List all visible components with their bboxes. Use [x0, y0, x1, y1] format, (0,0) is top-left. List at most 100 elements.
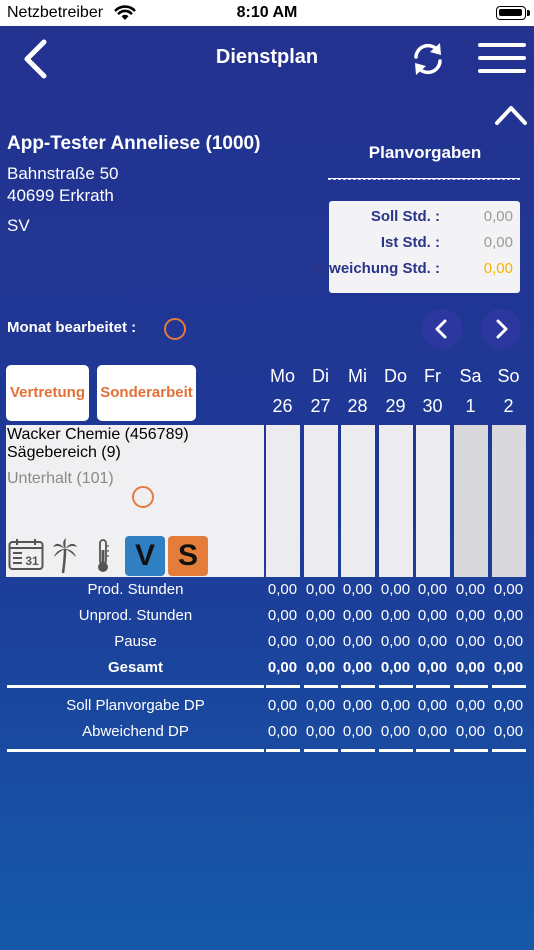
day-name: Mi: [348, 366, 367, 386]
calendar-icon[interactable]: 31: [8, 538, 44, 572]
plan-row-target-hours: Soll Std. : 0,00: [329, 208, 520, 232]
plan-row-label: Abweichung Std. :: [309, 260, 440, 277]
day-date: 1: [465, 396, 476, 416]
totals-cell: 0,00: [493, 723, 524, 740]
collapse-chevron-icon[interactable]: [494, 102, 528, 128]
hamburger-menu-icon[interactable]: [478, 43, 526, 73]
special-work-button[interactable]: Sonderarbeit: [97, 365, 196, 421]
totals-cell: 0,00: [380, 723, 411, 740]
plan-row-value: 0,00: [483, 208, 513, 225]
totals-cell: 0,00: [342, 723, 373, 740]
totals-cell: 0,00: [493, 581, 524, 598]
palm-tree-icon[interactable]: [52, 538, 78, 574]
substitution-button[interactable]: Vertretung: [6, 365, 89, 421]
day-cell[interactable]: [454, 425, 488, 577]
day-cell[interactable]: [304, 425, 338, 577]
table-divider: [341, 685, 375, 688]
next-week-button[interactable]: [481, 309, 521, 349]
table-divider: [492, 749, 526, 752]
totals-row-label: Gesamt: [107, 659, 164, 676]
plan-title: Planvorgaben: [368, 143, 482, 162]
month-edited-status-icon[interactable]: [164, 318, 186, 340]
day-name: So: [497, 366, 520, 386]
previous-week-button[interactable]: [422, 309, 462, 349]
table-divider: [266, 749, 300, 752]
table-divider: [379, 685, 413, 688]
refresh-icon[interactable]: [410, 40, 446, 78]
totals-cell: 0,00: [342, 607, 373, 624]
battery-icon: [496, 6, 530, 20]
assignment-area: Sägebereich (9): [7, 444, 121, 461]
totals-cell: 0,00: [305, 723, 336, 740]
totals-row-label: Abweichend DP: [82, 723, 189, 740]
clock: 8:10 AM: [236, 4, 298, 21]
day-date: 2: [503, 396, 514, 416]
employee-type: SV: [7, 216, 30, 235]
totals-cell: 0,00: [417, 633, 448, 650]
table-divider: [416, 685, 450, 688]
totals-cell: 0,00: [455, 659, 486, 676]
day-cell[interactable]: [416, 425, 450, 577]
day-cell[interactable]: [266, 425, 300, 577]
day-name: Do: [383, 366, 407, 386]
totals-cell: 0,00: [417, 581, 448, 598]
totals-cell: 0,00: [493, 633, 524, 650]
plan-row-value: 0,00: [483, 260, 513, 277]
totals-cell: 0,00: [380, 633, 411, 650]
totals-cell: 0,00: [305, 581, 336, 598]
table-divider: [266, 685, 300, 688]
totals-cell: 0,00: [267, 607, 298, 624]
plan-row-actual-hours: Ist Std. : 0,00: [329, 234, 520, 258]
table-divider: [7, 749, 264, 752]
totals-row-label: Prod. Stunden: [87, 581, 184, 598]
totals-cell: 0,00: [380, 607, 411, 624]
day-name: Fr: [424, 366, 441, 386]
totals-cell: 0,00: [342, 659, 373, 676]
assignment-status-icon[interactable]: [132, 486, 154, 508]
totals-cell: 0,00: [342, 633, 373, 650]
totals-cell: 0,00: [455, 697, 486, 714]
totals-cell: 0,00: [342, 697, 373, 714]
thermometer-icon[interactable]: [94, 538, 112, 574]
totals-row-label: Pause: [114, 633, 157, 650]
totals-cell: 0,00: [493, 659, 524, 676]
totals-row-label: Soll Planvorgabe DP: [66, 697, 205, 714]
day-date: 26: [272, 396, 293, 416]
totals-cell: 0,00: [493, 697, 524, 714]
day-date: 29: [385, 396, 406, 416]
plan-row-label: Soll Std. :: [370, 208, 440, 225]
totals-cell: 0,00: [380, 659, 411, 676]
plan-row-deviation: Abweichung Std. : 0,00: [309, 260, 520, 284]
plan-row-label: Ist Std. :: [380, 234, 440, 251]
totals-cell: 0,00: [267, 659, 298, 676]
svg-text:31: 31: [25, 554, 39, 568]
totals-cell: 0,00: [380, 581, 411, 598]
page-title: Dienstplan: [215, 46, 319, 68]
totals-cell: 0,00: [305, 633, 336, 650]
totals-cell: 0,00: [417, 697, 448, 714]
totals-cell: 0,00: [455, 723, 486, 740]
chevron-right-icon: [496, 319, 508, 339]
totals-cell: 0,00: [305, 607, 336, 624]
table-divider: [304, 685, 338, 688]
day-name: Mo: [269, 366, 295, 386]
day-date: 28: [347, 396, 368, 416]
plan-summary-box: Soll Std. : 0,00 Ist Std. : 0,00 Abweich…: [309, 201, 520, 293]
status-bar: Netzbetreiber 8:10 AM: [0, 0, 534, 26]
totals-cell: 0,00: [417, 607, 448, 624]
day-cell[interactable]: [492, 425, 526, 577]
employee-street: Bahnstraße 50: [7, 164, 119, 183]
totals-cell: 0,00: [267, 633, 298, 650]
chevron-left-icon: [435, 319, 447, 339]
special-work-badge[interactable]: S: [168, 536, 208, 576]
totals-cell: 0,00: [455, 607, 486, 624]
day-cell[interactable]: [341, 425, 375, 577]
table-divider: [454, 749, 488, 752]
totals-cell: 0,00: [455, 633, 486, 650]
totals-cell: 0,00: [380, 697, 411, 714]
substitution-badge[interactable]: V: [125, 536, 165, 576]
day-cell[interactable]: [379, 425, 413, 577]
employee-city: 40699 Erkrath: [7, 186, 114, 205]
table-divider: [304, 749, 338, 752]
totals-cell: 0,00: [455, 581, 486, 598]
